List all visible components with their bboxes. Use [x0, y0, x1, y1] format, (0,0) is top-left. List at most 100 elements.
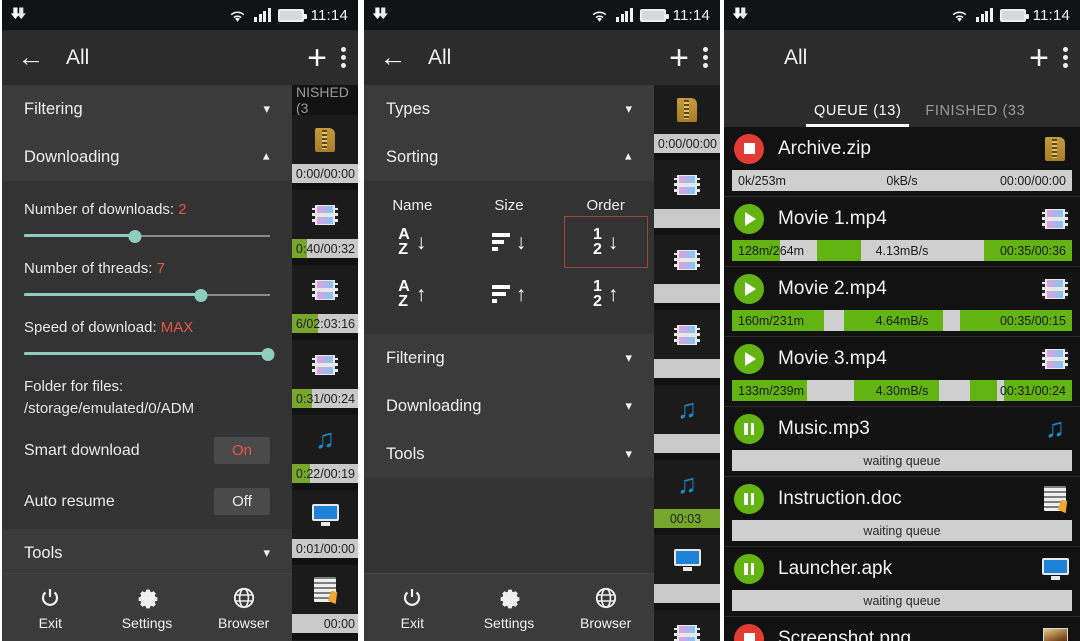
size-text: 133m/239m	[738, 383, 805, 398]
status-bar: 11:14	[364, 0, 720, 30]
panel-settings-downloading: 11:14 ← All + NISHED (3 0:00/00:00 0:40/0…	[2, 0, 358, 641]
add-download-button[interactable]: +	[307, 41, 327, 75]
section-downloading[interactable]: Downloading ▾	[2, 133, 292, 181]
table-row[interactable]: Movie 2.mp4 160m/231m 4.64mB/s 00:35/00:15	[724, 267, 1080, 337]
background-list-item[interactable]	[654, 160, 720, 235]
sort-name-desc-button[interactable]: AZ ↓	[370, 216, 454, 268]
nav-exit[interactable]: Exit	[364, 585, 461, 631]
background-list-item[interactable]: 6/02:03:16	[292, 265, 358, 340]
sort-name-asc-button[interactable]: AZ ↑	[370, 268, 454, 320]
play-button[interactable]	[734, 203, 764, 234]
bg-rows-2: 0:00/00:00 ♫ ♫ 00:03 00:08	[654, 85, 720, 641]
pause-button[interactable]	[734, 413, 764, 444]
toggle-smart-download[interactable]: On	[214, 437, 270, 464]
pause-button[interactable]	[734, 553, 764, 584]
one-two-icon: 12	[592, 226, 602, 258]
section-sorting[interactable]: Sorting ▾	[364, 133, 654, 181]
slider-knob[interactable]	[128, 230, 142, 243]
nav-browser[interactable]: Browser	[557, 585, 654, 631]
background-list-item[interactable]: 00:08	[654, 610, 720, 641]
background-progress-text: 00:03	[669, 511, 702, 526]
download-file-type-icon: ♫	[1040, 413, 1070, 444]
nav-browser[interactable]: Browser	[195, 585, 292, 631]
add-download-button[interactable]: +	[669, 41, 689, 75]
section-downloading[interactable]: Downloading ▾	[364, 382, 654, 430]
back-button[interactable]: ←	[378, 44, 408, 71]
sort-size-desc-button[interactable]: ↓	[467, 216, 551, 268]
video-file-icon	[1042, 278, 1068, 299]
table-row[interactable]: Movie 3.mp4 133m/239m 4.30mB/s 00:31/00:24	[724, 337, 1080, 407]
play-button[interactable]	[734, 343, 764, 374]
background-list-item[interactable]: ♫	[654, 385, 720, 460]
list-separator	[292, 183, 358, 190]
background-list-item[interactable]: ♫ 00:03	[654, 460, 720, 535]
slider-knob[interactable]	[194, 289, 208, 302]
tab-finished[interactable]: FINISHED (33	[913, 103, 1037, 127]
background-list-item[interactable]: 0:00/00:00	[292, 115, 358, 190]
nav-exit-label: Exit	[38, 614, 62, 631]
section-filtering[interactable]: Filtering ▾	[364, 334, 654, 382]
table-row[interactable]: Launcher.apk waiting queue	[724, 547, 1080, 617]
background-list-item[interactable]	[654, 310, 720, 385]
download-file-name: Instruction.doc	[778, 487, 902, 509]
slider-knob[interactable]	[261, 348, 275, 361]
table-row[interactable]: Screenshot.png0k/11.1m0kB/s00:00/00:00	[724, 617, 1080, 641]
slider-number-of-threads[interactable]	[24, 287, 270, 303]
background-tab-finished[interactable]: NISHED (3	[292, 85, 358, 116]
overflow-menu-button[interactable]	[703, 44, 708, 71]
list-separator	[292, 558, 358, 565]
table-row[interactable]: Music.mp3 ♫ waiting queue	[724, 407, 1080, 477]
section-types[interactable]: Types ▾	[364, 85, 654, 133]
wifi-icon	[952, 11, 967, 22]
nav-exit[interactable]: Exit	[2, 585, 99, 631]
table-row[interactable]: Archive.zip 0k/253m 0kB/s 00:00/00:00	[724, 127, 1080, 197]
play-button[interactable]	[734, 273, 764, 304]
hamburger-icon[interactable]	[738, 51, 764, 64]
time-text: 00:35/00:15	[999, 313, 1066, 328]
chevron-down-icon: ▾	[263, 545, 270, 560]
zip-file-icon	[1045, 136, 1065, 161]
back-button[interactable]: ←	[16, 44, 46, 71]
background-list-item[interactable]: 00:00	[292, 565, 358, 640]
panel-settings-sorting: 11:14 ← All + 0:00/00:00 ♫ ♫ 00:03 00:08 Typ…	[364, 0, 720, 641]
background-list-item[interactable]: 0:40/00:32	[292, 190, 358, 265]
sort-size-asc-button[interactable]: ↑	[467, 268, 551, 320]
image-file-icon	[1042, 628, 1068, 641]
slider-number-of-downloads[interactable]	[24, 228, 270, 244]
stop-button[interactable]	[734, 133, 764, 164]
nav-settings[interactable]: Settings	[461, 585, 558, 631]
sort-order-desc-button[interactable]: 12 ↓	[563, 216, 648, 268]
stop-button[interactable]	[734, 623, 764, 641]
download-progress-bar: 128m/264m 4.13mB/s 00:35/00:36	[732, 240, 1072, 261]
table-row[interactable]: Movie 1.mp4 128m/264m 4.13mB/s 00:35/00:36	[724, 197, 1080, 267]
table-row[interactable]: Instruction.doc waiting queue	[724, 477, 1080, 547]
slider-speed-of-download[interactable]	[24, 346, 275, 362]
overflow-menu-button[interactable]	[1063, 44, 1068, 71]
background-list-item[interactable]: ♫ 0:22/00:19	[292, 415, 358, 490]
sort-order-asc-button[interactable]: 12 ↑	[564, 268, 648, 320]
download-queue-list: Archive.zip 0k/253m 0kB/s 00:00/00:00 Movie …	[724, 127, 1080, 641]
page-title: All	[428, 45, 452, 69]
toggle-auto-resume[interactable]: Off	[214, 488, 270, 515]
download-file-name: Launcher.apk	[778, 557, 893, 579]
folder-path[interactable]: /storage/emulated/0/ADM	[24, 400, 270, 417]
zip-file-icon	[315, 127, 335, 152]
power-icon	[38, 585, 62, 611]
overflow-menu-button[interactable]	[341, 44, 346, 71]
section-filtering[interactable]: Filtering ▾	[2, 85, 292, 133]
background-list-item[interactable]: 0:31/00:24	[292, 340, 358, 415]
background-list-item[interactable]: 0:01/00:00	[292, 490, 358, 565]
background-list-item[interactable]	[654, 535, 720, 610]
label-speed-of-download: Speed of download:	[24, 319, 157, 336]
add-download-button[interactable]: +	[1029, 41, 1049, 75]
arrow-up-icon: ↑	[415, 282, 427, 306]
speed-text: 4.64mB/s	[875, 313, 929, 328]
nav-settings[interactable]: Settings	[99, 585, 196, 631]
tab-queue[interactable]: QUEUE (13)	[802, 103, 913, 127]
pause-icon	[744, 562, 754, 575]
background-list-item[interactable]: 0:00/00:00	[654, 85, 720, 160]
background-list-item[interactable]	[654, 235, 720, 310]
section-tools[interactable]: Tools ▾	[2, 529, 292, 573]
section-tools[interactable]: Tools ▾	[364, 430, 654, 478]
pause-button[interactable]	[734, 483, 764, 514]
